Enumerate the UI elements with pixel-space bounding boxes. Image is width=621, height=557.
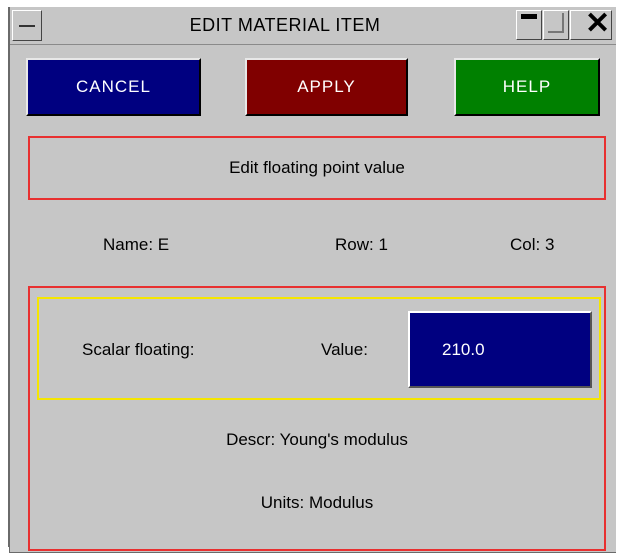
title-bar[interactable]: EDIT MATERIAL ITEM ✕: [10, 7, 616, 45]
col-label: Col: 3: [510, 235, 555, 254]
scalar-floating-label: Scalar floating:: [82, 340, 195, 359]
description-text: Descr: Young's modulus: [226, 430, 408, 449]
value-input[interactable]: 210.0: [408, 311, 592, 388]
close-button[interactable]: ✕: [570, 7, 612, 40]
units-text: Units: Modulus: [260, 493, 374, 512]
value-entry-group: Scalar floating: Value: 210.0: [37, 297, 601, 400]
window-left-edge: [0, 0, 9, 557]
minimize-icon: [521, 14, 537, 19]
row-label: Row: 1: [335, 235, 388, 254]
apply-button[interactable]: APPLY: [245, 58, 408, 116]
name-label: Name: E: [103, 235, 170, 254]
system-menu-button[interactable]: [12, 10, 42, 41]
maximize-button[interactable]: [543, 10, 569, 40]
close-icon: ✕: [585, 7, 611, 40]
header-panel: Edit floating point value: [28, 136, 606, 200]
help-button[interactable]: HELP: [454, 58, 600, 116]
value-editor-panel: Scalar floating: Value: 210.0 Descr: You…: [28, 286, 606, 551]
value-label: Value:: [321, 340, 368, 359]
cancel-button[interactable]: CANCEL: [26, 58, 201, 116]
header-text: Edit floating point value: [229, 158, 405, 177]
window-title: EDIT MATERIAL ITEM: [189, 15, 381, 35]
minimize-button[interactable]: [516, 10, 542, 40]
edit-material-item-dialog: EDIT MATERIAL ITEM ✕ CANCEL APPLY HELP E…: [9, 7, 616, 553]
maximize-icon: [548, 13, 564, 33]
